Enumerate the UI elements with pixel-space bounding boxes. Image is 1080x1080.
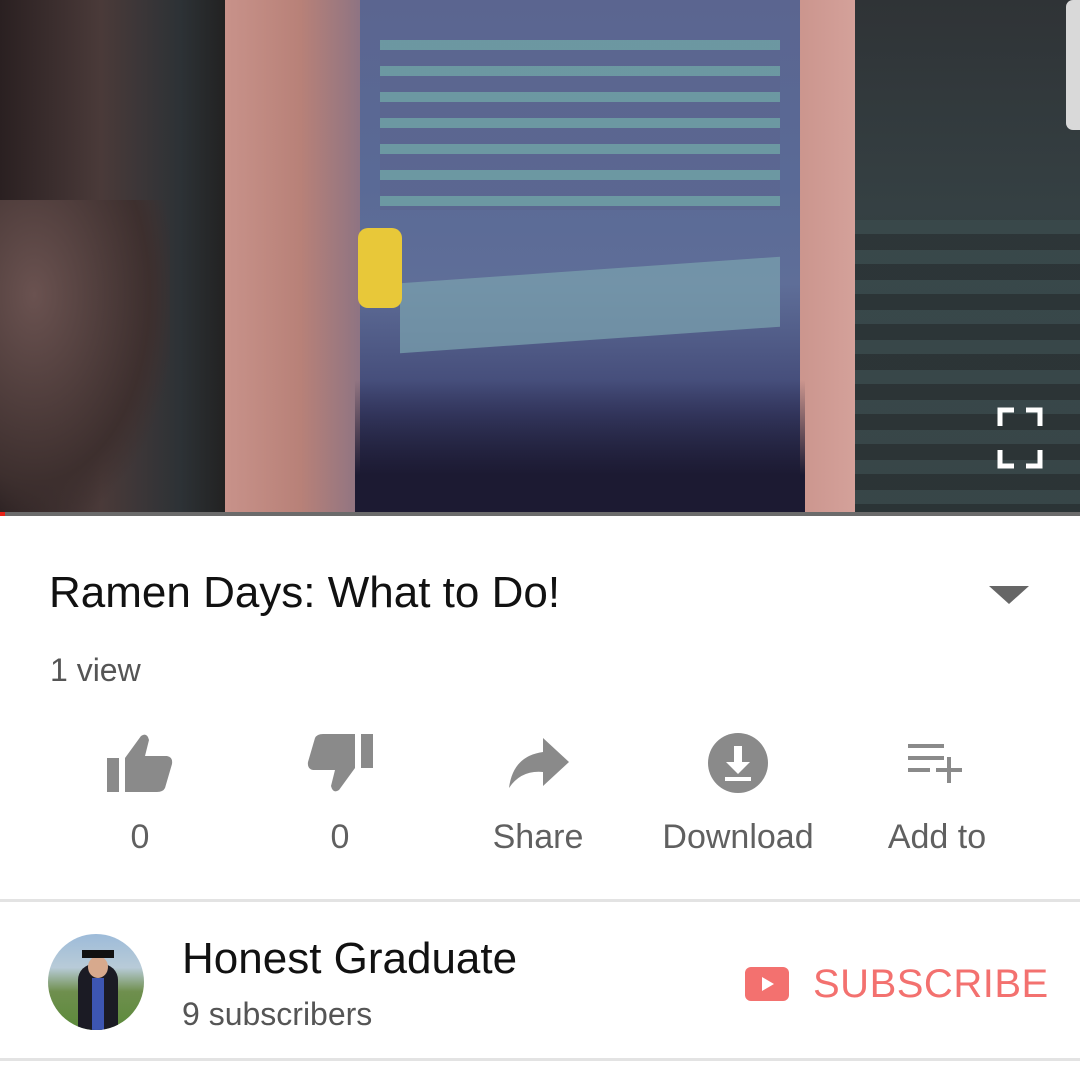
divider: [0, 1058, 1080, 1061]
video-title: Ramen Days: What to Do!: [49, 568, 561, 617]
download-label: Download: [662, 818, 814, 856]
video-progress-played: [0, 512, 6, 516]
download-icon: [708, 733, 768, 793]
thumbs-down-icon: [307, 734, 373, 792]
subscribe-button[interactable]: SUBSCRIBE: [745, 958, 1049, 1010]
like-count: 0: [130, 818, 150, 856]
action-bar: 0 0 Share Download Add to: [40, 730, 1040, 870]
share-label: Share: [492, 818, 584, 856]
video-progress-bar[interactable]: [0, 512, 1080, 516]
add-to-button[interactable]: Add to: [837, 730, 1037, 870]
dislike-button[interactable]: 0: [240, 730, 440, 870]
youtube-logo-icon: [745, 967, 789, 1001]
subscribe-label: SUBSCRIBE: [813, 961, 1049, 1006]
channel-name[interactable]: Honest Graduate: [182, 934, 517, 984]
divider: [0, 899, 1080, 902]
channel-avatar[interactable]: [48, 934, 144, 1030]
subscriber-count: 9 subscribers: [182, 996, 373, 1032]
playlist-add-icon: [908, 744, 962, 783]
dislike-count: 0: [330, 818, 350, 856]
view-count: 1 view: [50, 652, 141, 688]
add-to-label: Add to: [887, 818, 987, 856]
thumbs-up-icon: [107, 734, 173, 792]
chevron-down-icon[interactable]: [985, 582, 1033, 608]
fullscreen-icon[interactable]: [996, 406, 1044, 472]
like-button[interactable]: 0: [40, 730, 240, 870]
download-button[interactable]: Download: [638, 730, 838, 870]
share-arrow-icon: [509, 738, 569, 788]
scrollbar-thumb[interactable]: [1066, 0, 1080, 130]
video-player[interactable]: [0, 0, 1080, 516]
share-button[interactable]: Share: [438, 730, 638, 870]
